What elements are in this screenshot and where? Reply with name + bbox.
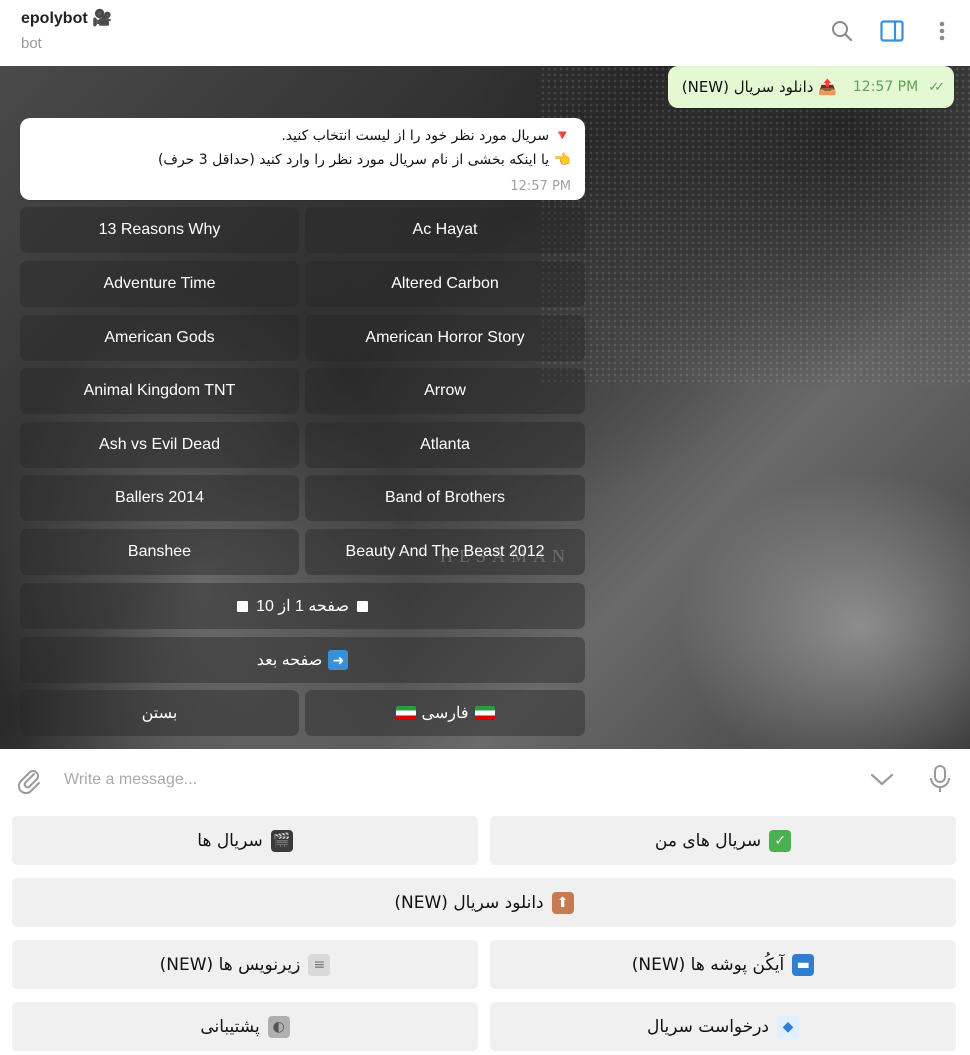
request-series-label: درخواست سریال [646, 1016, 770, 1037]
background-texture [540, 66, 970, 386]
request-series-button[interactable]: ◆ درخواست سریال [490, 1002, 956, 1051]
my-series-label: سریال های من [654, 830, 762, 851]
iran-flag-icon [474, 706, 495, 720]
satellite-icon: ◐ [267, 1015, 290, 1038]
chat-subtitle: bot [21, 35, 42, 52]
language-button[interactable]: فارسی [305, 690, 585, 736]
reply-keyboard: 🎬 سریال ها ✓ سریال های من ⬆ دانلود سریال… [0, 811, 970, 1055]
message-input[interactable] [62, 765, 826, 795]
download-series-label: دانلود سریال (NEW) [394, 892, 544, 913]
read-check-icon: ✓✓ [928, 79, 945, 95]
sidebar-toggle-icon[interactable] [879, 18, 905, 44]
series-button[interactable]: Atlanta [305, 422, 585, 468]
subtitles-label: زیرنویس ها (NEW) [159, 954, 301, 975]
next-page-label: صفحه بعد [256, 652, 323, 669]
download-series-button[interactable]: ⬆ دانلود سریال (NEW) [12, 878, 956, 927]
folder-icon: ▬ [792, 953, 815, 976]
series-list-button[interactable]: 🎬 سریال ها [12, 816, 478, 865]
support-label: پشتیبانی [200, 1016, 260, 1037]
checkbox-icon [356, 600, 368, 612]
diamond-icon: ◆ [777, 1015, 800, 1038]
message-composer [0, 749, 970, 811]
outgoing-message-text: 📤 دانلود سریال (NEW) [681, 78, 837, 96]
checkbox-icon [237, 600, 249, 612]
series-button[interactable]: Banshee [20, 529, 299, 575]
series-button[interactable]: Band of Brothers [305, 475, 585, 521]
arrow-right-icon: ➜ [328, 650, 349, 670]
incoming-message[interactable]: 🔻 سریال مورد نظر خود را از لیست انتخاب ک… [20, 118, 585, 200]
series-button[interactable]: Ash vs Evil Dead [20, 422, 299, 468]
search-icon[interactable] [829, 18, 855, 44]
chat-area: HESAMAN 📤 دانلود سریال (NEW) 12:57 PM ✓✓… [0, 66, 970, 749]
subtitles-button[interactable]: ≡ زیرنویس ها (NEW) [12, 940, 478, 989]
series-button[interactable]: Arrow [305, 368, 585, 414]
series-button[interactable]: 13 Reasons Why [20, 207, 299, 253]
language-label: فارسی [421, 705, 469, 722]
support-button[interactable]: ◐ پشتیبانی [12, 1002, 478, 1051]
series-list-label: سریال ها [197, 830, 263, 851]
iran-flag-icon [395, 706, 416, 720]
more-menu-icon[interactable] [929, 18, 955, 44]
folder-icons-label: آیکُن پوشه ها (NEW) [631, 954, 785, 975]
page-indicator-label: صفحه 1 از 10 [256, 598, 349, 615]
chat-title[interactable]: epolybot 🎥 [21, 8, 112, 28]
close-button[interactable]: بستن [20, 690, 299, 736]
chat-header: epolybot 🎥 bot [0, 0, 970, 66]
series-button[interactable]: Ballers 2014 [20, 475, 299, 521]
incoming-message-line: 🔻 سریال مورد نظر خود را از لیست انتخاب ک… [281, 128, 571, 144]
series-button[interactable]: Adventure Time [20, 261, 299, 307]
microphone-icon[interactable] [928, 764, 952, 798]
my-series-button[interactable]: ✓ سریال های من [490, 816, 956, 865]
series-button[interactable]: Animal Kingdom TNT [20, 368, 299, 414]
chevron-down-icon[interactable] [869, 769, 895, 793]
series-button[interactable]: Altered Carbon [305, 261, 585, 307]
series-button[interactable]: Beauty And The Beast 2012 [305, 529, 585, 575]
upload-tray-icon: ⬆ [551, 891, 574, 914]
next-page-button[interactable]: ➜ صفحه بعد [20, 637, 585, 683]
paperclip-icon[interactable] [15, 766, 43, 798]
incoming-message-line: 👈 یا اینکه بخشی از نام سریال مورد نظر را… [157, 152, 571, 168]
document-icon: ≡ [308, 953, 331, 976]
clapperboard-icon: 🎬 [270, 829, 293, 852]
series-button[interactable]: American Horror Story [305, 315, 585, 361]
series-button[interactable]: American Gods [20, 315, 299, 361]
checkmark-icon: ✓ [769, 829, 792, 852]
incoming-message-time: 12:57 PM [510, 179, 571, 194]
folder-icons-button[interactable]: ▬ آیکُن پوشه ها (NEW) [490, 940, 956, 989]
outgoing-message[interactable]: 📤 دانلود سریال (NEW) 12:57 PM ✓✓ [667, 66, 954, 108]
page-indicator-button[interactable]: صفحه 1 از 10 [20, 583, 585, 629]
outgoing-message-time: 12:57 PM [852, 79, 919, 95]
series-button[interactable]: Ac Hayat [305, 207, 585, 253]
